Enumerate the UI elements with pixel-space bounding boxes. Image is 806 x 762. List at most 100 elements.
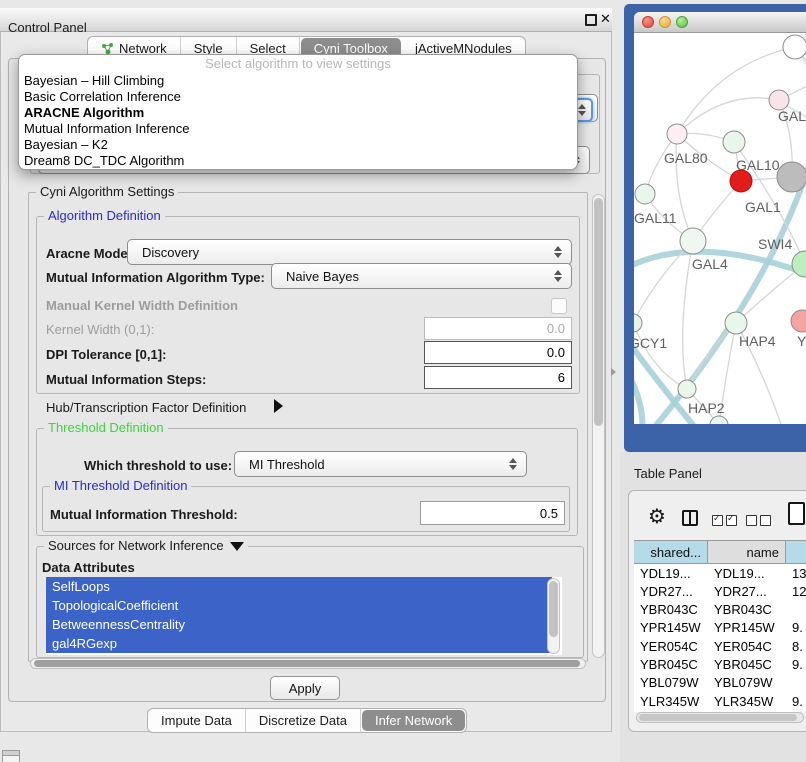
data-attribute-item[interactable]: SelfLoops (46, 577, 552, 596)
mi-steps-field[interactable]: 6 (424, 366, 572, 389)
network-node-salmon-node[interactable] (791, 310, 806, 332)
dpi-tolerance-field[interactable]: 0.0 (424, 341, 572, 364)
aracne-mode-combo[interactable]: Discovery (127, 239, 572, 265)
apply-button[interactable]: Apply (270, 676, 340, 700)
algorithm-option[interactable]: Bayesian – Hill Climbing (19, 73, 577, 89)
network-node-label: GAL10 (736, 157, 780, 173)
settings-scrollbar-thumb[interactable] (594, 198, 603, 426)
table-cell[interactable]: YLR345W (636, 692, 710, 710)
column-header-A[interactable]: A (786, 540, 806, 564)
network-node-gal-pink[interactable] (769, 90, 789, 110)
network-node-label: GAL11 (634, 210, 677, 226)
table-cell[interactable]: 9. (788, 692, 806, 710)
network-node-GAL1[interactable] (730, 170, 752, 192)
zoom-traffic-icon[interactable] (676, 16, 688, 28)
network-window-titlebar[interactable] (634, 12, 806, 33)
network-canvas[interactable]: GALGAL80GAL10GAL1GAL11SWI4GAL4GCY1HAP4YH… (634, 33, 806, 424)
tab-discretize-data[interactable]: Discretize Data (246, 709, 361, 732)
table-cell[interactable]: YBR045C (636, 656, 710, 674)
table-cell[interactable]: 9. (788, 619, 806, 637)
float-window-icon[interactable] (585, 14, 597, 26)
network-node-label: HAP2 (688, 400, 725, 416)
network-node-GAL11[interactable] (635, 184, 655, 204)
network-node-top-partial[interactable] (783, 35, 806, 59)
network-edge[interactable] (634, 363, 642, 424)
network-node-GCY1[interactable] (634, 314, 642, 332)
table-cell[interactable]: YBR045C (710, 656, 788, 674)
mi-threshold-field[interactable]: 0.5 (420, 501, 565, 525)
network-node-gray-node[interactable] (777, 162, 806, 192)
network-node-HAP4[interactable] (725, 312, 747, 334)
minimized-panel-icon[interactable] (2, 750, 20, 762)
attributes-scrollbar-thumb[interactable] (549, 581, 558, 637)
select-all-columns-icon[interactable] (712, 514, 740, 529)
tab-infer-network[interactable]: Infer Network (362, 710, 465, 731)
algorithm-option[interactable]: Mutual Information Inference (19, 121, 577, 137)
kernel-width-field[interactable]: 0.0 (424, 317, 572, 340)
algorithm-option[interactable]: ARACNE Algorithm (19, 105, 577, 121)
table-hscrollbar-thumb[interactable] (639, 714, 797, 721)
table-cell[interactable] (788, 601, 806, 619)
table-cell[interactable]: YPR145W (636, 619, 710, 637)
network-edge[interactable] (677, 98, 779, 134)
dpi-tolerance-label: DPI Tolerance [0,1]: (46, 347, 166, 362)
table-cell[interactable]: YPR145W (710, 619, 788, 637)
network-edge[interactable] (762, 418, 806, 424)
network-node-GAL80[interactable] (667, 124, 687, 144)
table-cell[interactable]: 9. (788, 656, 806, 674)
table-cell[interactable]: YER054C (636, 637, 710, 655)
table-cell[interactable]: YBL079W (710, 674, 788, 692)
table-cell[interactable]: YBL079W (636, 674, 710, 692)
splitter-collapse-icon[interactable] (611, 368, 616, 376)
control-panel-titlebar[interactable]: Control Panel (0, 8, 612, 32)
attributes-scrollbar[interactable] (547, 578, 560, 654)
table-cell[interactable]: YDR27... (636, 582, 710, 600)
table-horizontal-scrollbar[interactable] (636, 712, 804, 723)
close-panel-icon[interactable]: ✕ (600, 11, 611, 27)
data-attributes-list[interactable]: SelfLoopsTopologicalCoefficientBetweenne… (46, 577, 562, 655)
network-node-HAP2[interactable] (678, 380, 696, 398)
network-node-GAL10[interactable] (723, 131, 745, 153)
close-traffic-icon[interactable] (642, 16, 654, 28)
tab-impute-data[interactable]: Impute Data (148, 709, 246, 732)
data-attribute-item[interactable]: gal4RGexp (46, 634, 552, 653)
collapse-arrow-icon[interactable] (230, 542, 244, 551)
table-cell[interactable] (788, 674, 806, 692)
algorithm-definition-title: Algorithm Definition (44, 209, 165, 223)
export-table-icon[interactable] (788, 502, 805, 525)
network-node-label: GAL80 (664, 150, 708, 166)
table-cell[interactable]: 8. (788, 637, 806, 655)
table-cell[interactable]: 12 (788, 582, 806, 600)
table-cell[interactable]: YBR043C (710, 601, 788, 619)
which-threshold-combo[interactable]: MI Threshold (234, 451, 527, 477)
gear-icon[interactable]: ⚙ (648, 507, 666, 527)
settings-vertical-scrollbar[interactable] (592, 194, 605, 658)
manual-kernel-checkbox[interactable] (551, 298, 567, 314)
expand-arrow-icon[interactable] (274, 399, 283, 413)
data-attribute-item[interactable]: TopologicalCoefficient (46, 596, 552, 615)
network-window[interactable]: GALGAL80GAL10GAL1GAL11SWI4GAL4GCY1HAP4YH… (634, 12, 806, 424)
network-graph[interactable]: GALGAL80GAL10GAL1GAL11SWI4GAL4GCY1HAP4YH… (634, 33, 806, 424)
table-cell[interactable]: YBR043C (636, 601, 710, 619)
sources-title-text: Sources for Network Inference (48, 538, 224, 553)
algorithm-option[interactable]: Bayesian – K2 (19, 137, 577, 153)
mi-type-combo[interactable]: Naive Bayes (271, 263, 572, 289)
settings-hscrollbar-thumb[interactable] (34, 660, 580, 667)
table-cell[interactable]: 13 (788, 564, 806, 582)
algorithm-option[interactable]: Basic Correlation Inference (19, 89, 577, 105)
column-header-shared...[interactable]: shared... (634, 540, 708, 564)
minimize-traffic-icon[interactable] (659, 16, 671, 28)
table-cell[interactable]: YDL19... (710, 564, 788, 582)
table-cell[interactable]: YDR27... (710, 582, 788, 600)
split-columns-icon[interactable] (682, 510, 698, 526)
table-cell[interactable]: YDL19... (636, 564, 710, 582)
data-attribute-item[interactable]: BetweennessCentrality (46, 615, 552, 634)
settings-horizontal-scrollbar[interactable] (30, 658, 586, 669)
table-cell[interactable]: YLR345W (710, 692, 788, 710)
column-header-name[interactable]: name (708, 540, 786, 564)
table-cell[interactable]: YER054C (710, 637, 788, 655)
deselect-all-columns-icon[interactable] (746, 514, 774, 529)
algorithm-option[interactable]: Dream8 DC_TDC Algorithm (19, 153, 577, 169)
network-node-GAL4[interactable] (680, 228, 706, 254)
algorithm-dropdown-list: Bayesian – Hill ClimbingBasic Correlatio… (19, 73, 577, 169)
